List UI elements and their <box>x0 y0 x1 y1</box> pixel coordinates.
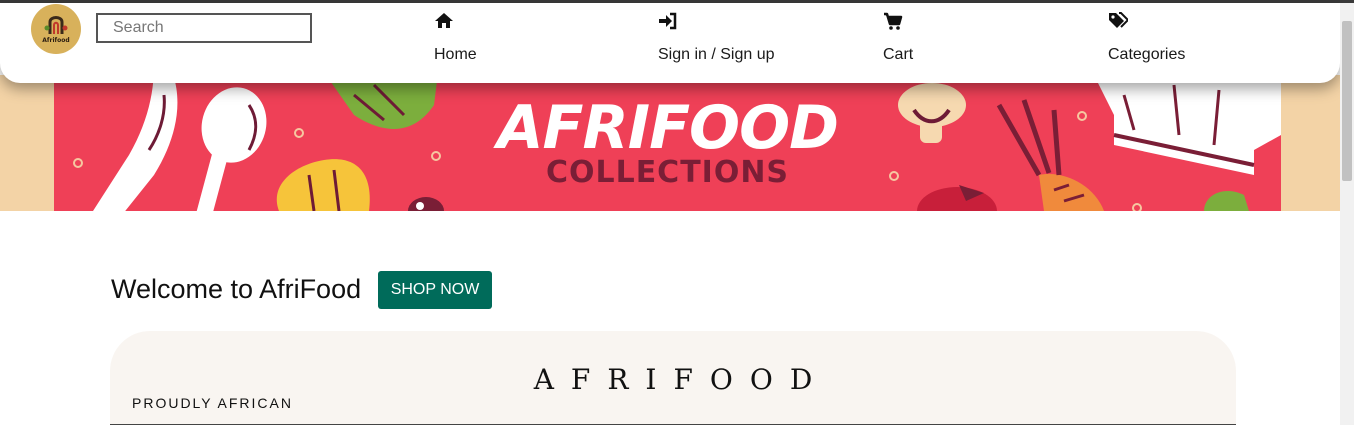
navbar: Afrifood Home Sign in / Sign up Cart Cat… <box>0 3 1340 83</box>
shop-now-button[interactable]: SHOP NOW <box>378 271 492 309</box>
welcome-heading: Welcome to AfriFood <box>111 274 362 304</box>
banner-title: AFRIFOOD <box>497 93 839 163</box>
brand-panel: AFRIFOOD PROUDLY AFRICAN <box>110 331 1236 425</box>
brand-tagline: PROUDLY AFRICAN <box>132 395 293 411</box>
scrollbar-thumb[interactable] <box>1342 21 1352 181</box>
nav-categories-label: Categories <box>1108 46 1186 63</box>
site-logo[interactable]: Afrifood <box>31 4 81 54</box>
cart-icon <box>884 12 903 30</box>
search-input[interactable] <box>96 13 312 43</box>
home-icon <box>435 13 453 28</box>
brand-logo-text: AFRIFOOD <box>533 363 830 396</box>
banner-subtitle: COLLECTIONS <box>545 155 790 190</box>
logo-text: Afrifood <box>42 37 70 44</box>
nav-cart-label: Cart <box>883 46 914 63</box>
sign-in-icon <box>659 12 677 30</box>
nav-sign-in-label: Sign in / Sign up <box>658 46 775 63</box>
tags-icon <box>1109 12 1128 28</box>
logo-emblem-icon <box>44 16 68 34</box>
nav-home-label: Home <box>434 46 477 63</box>
hero-banner: AFRIFOOD COLLECTIONS <box>54 75 1281 211</box>
page-scrollbar[interactable] <box>1340 3 1354 425</box>
